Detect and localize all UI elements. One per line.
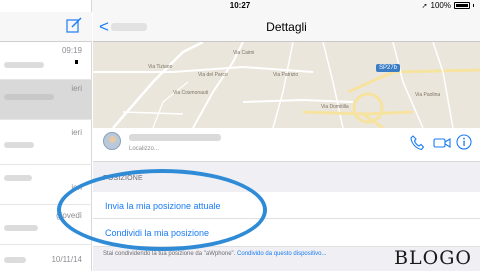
list-item-preview xyxy=(4,225,38,231)
conversation-list: 09:19 ieri ieri ieri giovedì 10/11/14 xyxy=(0,0,92,271)
list-item[interactable]: 09:19 xyxy=(0,42,92,80)
send-current-location-option[interactable]: Invia la mia posizione attuale xyxy=(93,192,480,219)
list-item-preview xyxy=(4,142,34,148)
list-item[interactable]: 10/11/14 xyxy=(0,245,92,271)
map-roads xyxy=(93,42,480,128)
list-item-preview xyxy=(4,94,54,100)
map-label: Via del Parco xyxy=(198,72,228,78)
road-badge: SP27b xyxy=(376,64,401,72)
battery-tip xyxy=(473,4,474,7)
list-item-selected[interactable]: ieri xyxy=(0,80,92,120)
map-label: Via Paolina xyxy=(415,92,441,98)
section-header: POSIZIONE xyxy=(103,175,143,182)
list-item-marker xyxy=(75,60,78,64)
send-current-location-label: Invia la mia posizione attuale xyxy=(105,201,221,211)
share-location-option[interactable]: Condividi la mia posizione xyxy=(93,219,480,247)
location-map[interactable]: Via Caimi Via Tiziano Via Cosmonauti Via… xyxy=(93,42,480,128)
compose-icon[interactable] xyxy=(66,17,82,33)
footer-text: Stai condividendo la tua posizione da "a… xyxy=(103,251,326,257)
list-item-preview xyxy=(4,62,44,68)
avatar[interactable] xyxy=(103,132,121,150)
list-header xyxy=(0,12,92,42)
detail-nav-bar: < Dettagli xyxy=(93,12,480,42)
page-title: Dettagli xyxy=(266,20,307,34)
list-item-preview xyxy=(4,257,26,263)
position-section: POSIZIONE xyxy=(93,162,480,192)
contact-name-blurred xyxy=(129,134,221,141)
map-label: Via Patrizio xyxy=(273,72,299,78)
map-label: Via Domitilla xyxy=(321,104,349,110)
list-item-preview xyxy=(4,175,32,181)
status-right: ➚ 100% xyxy=(422,1,474,10)
video-call-icon[interactable] xyxy=(433,137,451,149)
share-location-label: Condividi la mia posizione xyxy=(105,228,210,238)
map-label: Via Cosmonauti xyxy=(173,90,209,96)
footer-link[interactable]: Condivido da questo dispositivo... xyxy=(237,251,326,257)
contact-row: Localizzo... xyxy=(93,128,480,162)
list-item[interactable]: ieri xyxy=(0,165,92,205)
list-item-date: ieri xyxy=(71,128,82,137)
location-arrow-icon: ➚ xyxy=(421,2,428,10)
map-label: Via Caimi xyxy=(233,50,255,56)
list-item-date: 09:19 xyxy=(61,46,82,55)
list-item[interactable]: giovedì xyxy=(0,205,92,245)
list-item-date: giovedì xyxy=(56,211,82,220)
footer-text-main: Stai condividendo la tua posizione da "a… xyxy=(103,251,236,257)
map-label: Via Tiziano xyxy=(148,64,173,70)
list-item-date: ieri xyxy=(71,183,82,192)
list-item[interactable]: ieri xyxy=(0,120,92,165)
list-item-date: ieri xyxy=(71,84,82,93)
battery-icon xyxy=(454,2,470,9)
phone-icon[interactable] xyxy=(410,135,424,151)
list-item-date: 10/11/14 xyxy=(51,255,82,264)
contact-subtitle: Localizzo... xyxy=(129,146,160,152)
watermark-logo: BLOGO xyxy=(394,247,472,269)
info-icon[interactable] xyxy=(456,134,472,150)
battery-percent: 100% xyxy=(430,1,451,10)
